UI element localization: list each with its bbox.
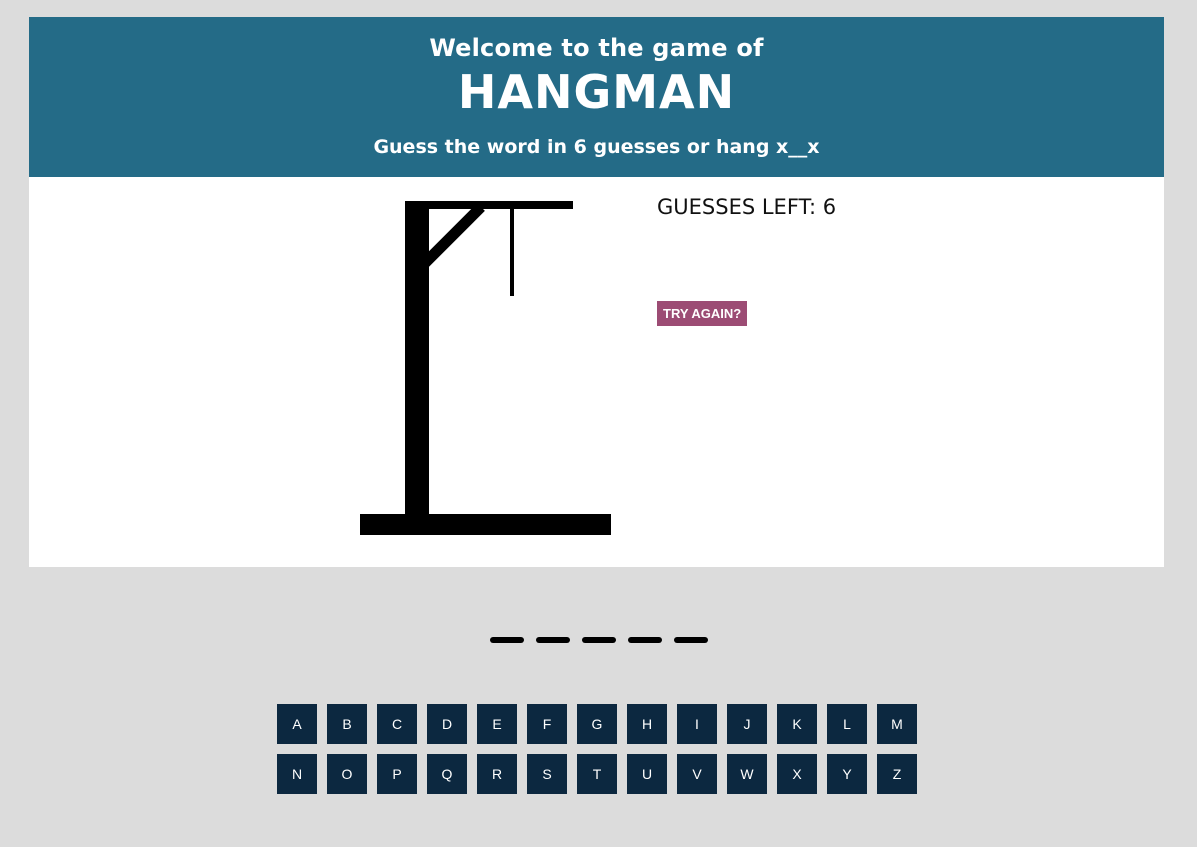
key-g[interactable]: G [577, 704, 617, 744]
key-n[interactable]: N [277, 754, 317, 794]
letter-blank [489, 637, 524, 643]
gallows-beam [405, 201, 573, 209]
key-c[interactable]: C [377, 704, 417, 744]
letter-blank [581, 637, 616, 643]
letter-blank [535, 637, 570, 643]
key-m[interactable]: M [877, 704, 917, 744]
gallows-post [405, 201, 429, 515]
key-z[interactable]: Z [877, 754, 917, 794]
header-banner: Welcome to the game of HANGMAN Guess the… [29, 17, 1164, 177]
letter-blank [627, 637, 662, 643]
welcome-text: Welcome to the game of [429, 34, 764, 62]
key-b[interactable]: B [327, 704, 367, 744]
key-j[interactable]: J [727, 704, 767, 744]
key-k[interactable]: K [777, 704, 817, 744]
game-title: HANGMAN [457, 65, 736, 119]
key-u[interactable]: U [627, 754, 667, 794]
key-f[interactable]: F [527, 704, 567, 744]
guesses-left-counter: GUESSES LEFT: 6 [657, 195, 837, 219]
key-e[interactable]: E [477, 704, 517, 744]
key-i[interactable]: I [677, 704, 717, 744]
word-blanks [0, 637, 1197, 643]
key-v[interactable]: V [677, 754, 717, 794]
game-board: GUESSES LEFT: 6 TRY AGAIN? [29, 177, 1164, 567]
letter-blank [673, 637, 708, 643]
key-o[interactable]: O [327, 754, 367, 794]
gallows-base [360, 514, 611, 535]
key-r[interactable]: R [477, 754, 517, 794]
key-w[interactable]: W [727, 754, 767, 794]
key-y[interactable]: Y [827, 754, 867, 794]
keyboard-row-1: A B C D E F G H I J K L M [277, 704, 927, 744]
key-d[interactable]: D [427, 704, 467, 744]
key-l[interactable]: L [827, 704, 867, 744]
gallows-drawing [360, 201, 611, 535]
try-again-button[interactable]: TRY AGAIN? [657, 301, 748, 326]
key-s[interactable]: S [527, 754, 567, 794]
key-x[interactable]: X [777, 754, 817, 794]
letter-keyboard: A B C D E F G H I J K L M N O P Q R S T … [277, 704, 927, 804]
key-q[interactable]: Q [427, 754, 467, 794]
gallows-brace [417, 203, 485, 271]
keyboard-row-2: N O P Q R S T U V W X Y Z [277, 754, 927, 794]
key-a[interactable]: A [277, 704, 317, 744]
game-subtitle: Guess the word in 6 guesses or hang x__x [373, 136, 820, 158]
gallows-rope [510, 207, 514, 296]
key-p[interactable]: P [377, 754, 417, 794]
key-t[interactable]: T [577, 754, 617, 794]
key-h[interactable]: H [627, 704, 667, 744]
